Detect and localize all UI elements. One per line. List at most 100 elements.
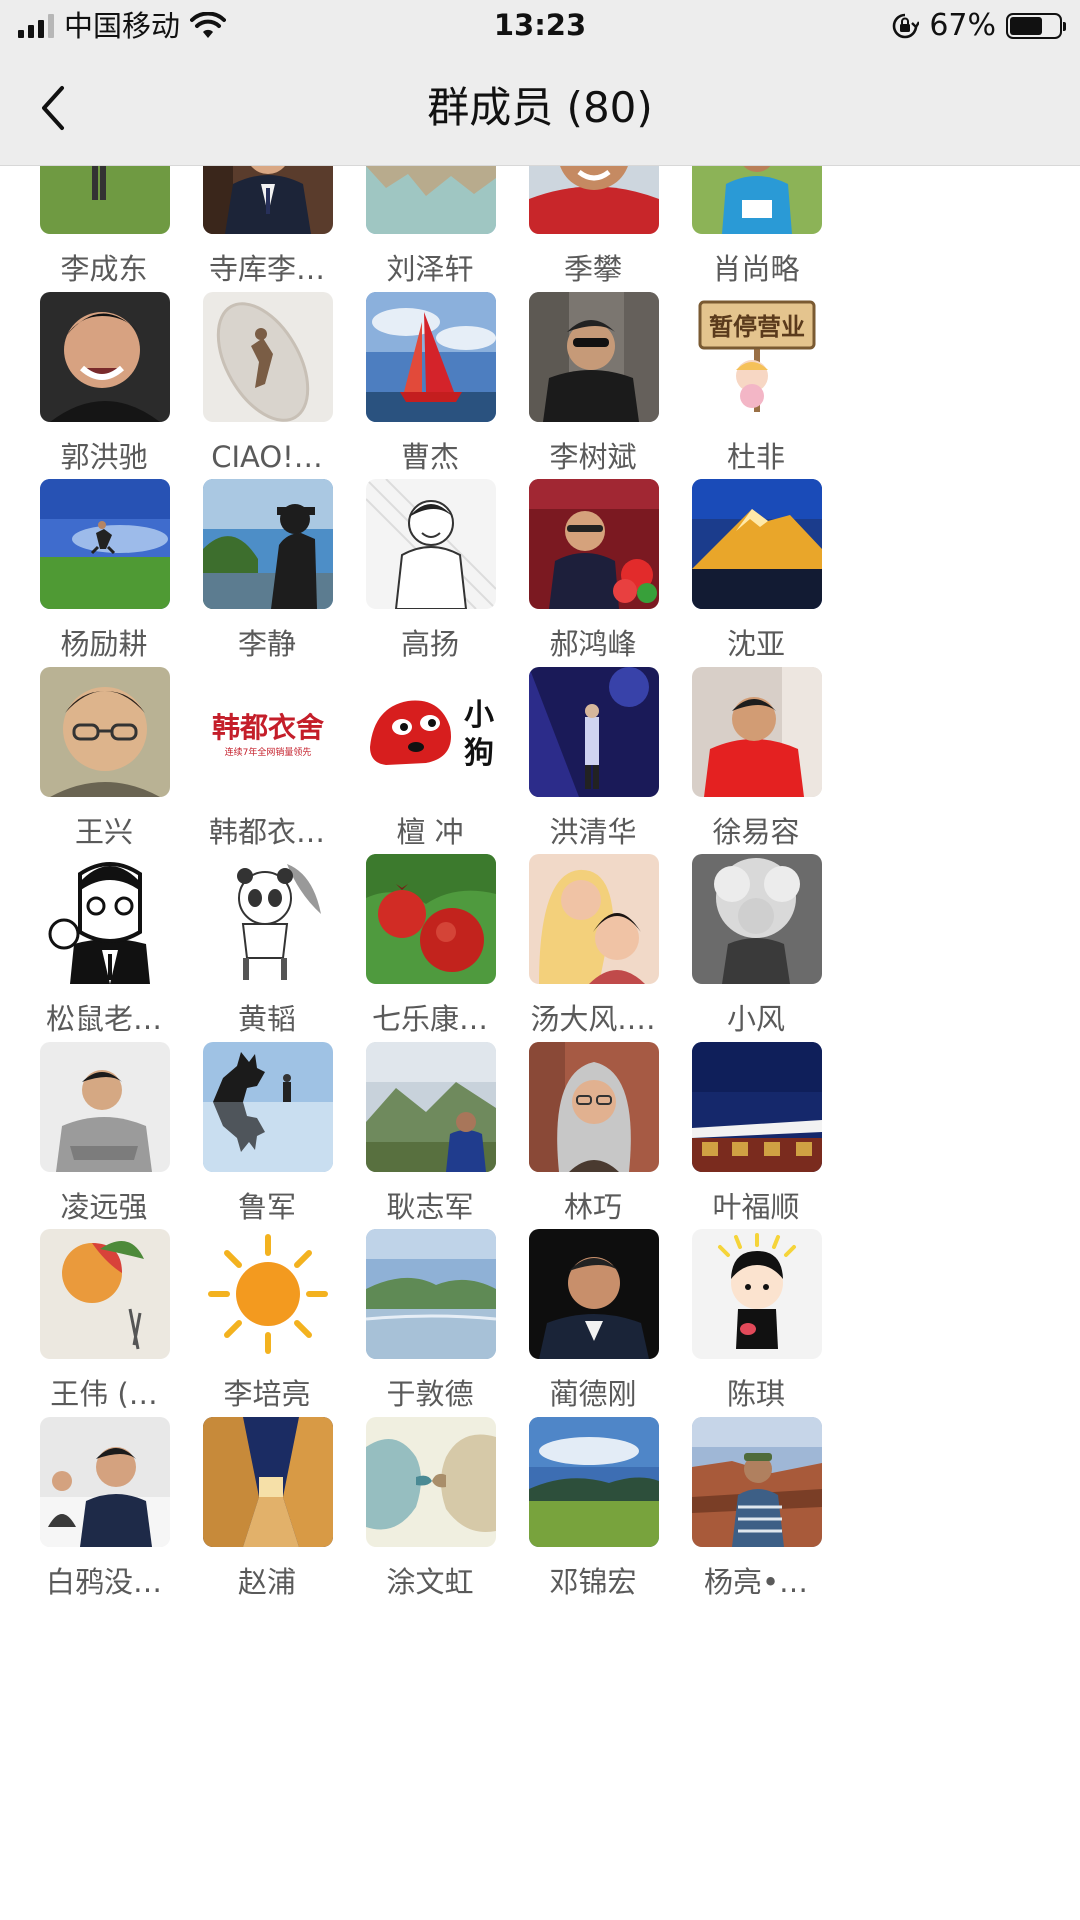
avatar-image	[366, 1416, 496, 1547]
svg-text:韩都衣舍: 韩都衣舍	[212, 711, 324, 744]
member-name: 肖尚略	[712, 252, 800, 286]
avatar[interactable]	[40, 1416, 170, 1547]
nav-bar: 群成员 (80)	[0, 52, 1080, 166]
page-title: 群成员 (80)	[427, 83, 653, 132]
avatar-image	[366, 854, 496, 984]
avatar[interactable]	[203, 166, 333, 234]
member-name: 小风	[726, 1002, 785, 1036]
avatar-image	[40, 479, 170, 609]
avatar[interactable]	[366, 854, 496, 984]
avatar[interactable]	[40, 291, 170, 422]
avatar-image	[366, 291, 496, 422]
avatar-image	[529, 291, 659, 422]
avatar[interactable]	[529, 291, 659, 422]
avatar-image: 韩都衣舍连续7年全网销量领先	[203, 666, 333, 797]
avatar[interactable]	[203, 1416, 333, 1547]
avatar[interactable]	[40, 666, 170, 797]
avatar-image	[40, 1416, 170, 1547]
member-name: 徐易容	[712, 814, 800, 849]
avatar-image	[692, 666, 822, 797]
avatar-image	[366, 479, 496, 609]
avatar[interactable]	[203, 854, 333, 984]
avatar-image	[529, 1229, 659, 1359]
avatar[interactable]	[366, 1416, 496, 1547]
avatar-image: 暂停营业	[692, 291, 822, 422]
avatar[interactable]	[40, 854, 170, 984]
avatar[interactable]	[529, 479, 659, 609]
avatar-image	[692, 1229, 822, 1359]
avatar[interactable]	[40, 479, 170, 609]
avatar[interactable]: 韩都衣舍 连续7年全网销量领先	[203, 666, 333, 797]
battery-level	[1010, 17, 1043, 35]
avatar[interactable]	[203, 479, 333, 609]
avatar[interactable]	[692, 854, 822, 984]
avatar[interactable]	[529, 1416, 659, 1547]
avatar-image	[40, 1041, 170, 1172]
avatar-image	[40, 1229, 170, 1359]
avatar[interactable]	[366, 1229, 496, 1359]
avatar-image	[529, 479, 659, 609]
avatar-image	[40, 854, 170, 984]
avatar-image	[529, 166, 659, 234]
avatar-image	[366, 166, 496, 234]
avatar-image: 小狗	[366, 666, 496, 797]
avatar-image	[529, 666, 659, 797]
avatar[interactable]	[692, 1041, 822, 1172]
member-name: 陈琪	[726, 1377, 785, 1411]
avatar[interactable]	[366, 291, 496, 422]
avatar[interactable]	[692, 166, 822, 234]
avatar-image	[692, 1416, 822, 1547]
avatar[interactable]: 暂停营业	[692, 291, 822, 422]
avatar[interactable]	[40, 1041, 170, 1172]
avatar-image	[529, 854, 659, 984]
battery-percent: 67%	[929, 8, 996, 43]
avatar-image	[40, 166, 170, 234]
avatar-image	[203, 166, 333, 234]
member-name: 叶福顺	[712, 1189, 800, 1224]
avatar-image	[692, 854, 822, 984]
avatar-image	[692, 479, 822, 609]
avatar[interactable]	[203, 1041, 333, 1172]
avatar[interactable]	[203, 291, 333, 422]
avatar-image	[203, 479, 333, 609]
avatar[interactable]	[366, 1041, 496, 1172]
status-right: 67%	[891, 7, 1066, 45]
avatar-image	[203, 1041, 333, 1172]
avatar-image	[40, 291, 170, 422]
avatar-image	[203, 1416, 333, 1547]
avatar[interactable]	[529, 166, 659, 234]
avatar-image	[366, 1041, 496, 1172]
avatar-image	[203, 854, 333, 984]
avatar[interactable]	[366, 166, 496, 234]
avatar-image	[203, 1229, 333, 1359]
avatar[interactable]	[529, 1041, 659, 1172]
avatar-image	[366, 1229, 496, 1359]
avatar[interactable]: 小狗	[366, 666, 496, 797]
avatar[interactable]	[692, 1229, 822, 1359]
member-name: 杜非	[726, 439, 785, 474]
member-name: 沈亚	[726, 627, 785, 661]
avatar-image	[692, 166, 822, 234]
member-grid[interactable]: 李成东 寺库李… 刘泽轩 季攀 肖尚略 郭洪驰 CIAO!… 曹杰 李树斌 暂停营业 杜非 杨励耕 李静…	[0, 166, 1080, 1920]
svg-text:狗: 狗	[464, 736, 494, 771]
rotation-lock-icon	[893, 13, 920, 39]
avatar-image	[40, 666, 170, 797]
avatar[interactable]	[692, 1416, 822, 1547]
avatar-image	[529, 1041, 659, 1172]
avatar[interactable]	[366, 479, 496, 609]
avatar[interactable]	[529, 1229, 659, 1359]
battery-icon	[1006, 13, 1066, 39]
avatar[interactable]	[529, 666, 659, 797]
avatar[interactable]	[203, 1229, 333, 1359]
status-bar: 中国移动 13:23 67%	[0, 0, 1080, 52]
avatar[interactable]	[692, 666, 822, 797]
avatar-image	[529, 1416, 659, 1547]
avatar[interactable]	[692, 479, 822, 609]
avatar-image	[203, 291, 333, 422]
avatar[interactable]	[529, 854, 659, 984]
svg-text:小: 小	[464, 698, 494, 733]
avatar-image	[692, 1041, 822, 1172]
avatar[interactable]	[40, 1229, 170, 1359]
avatar[interactable]	[40, 166, 170, 234]
member-name: 杨亮•…	[703, 1564, 809, 1599]
